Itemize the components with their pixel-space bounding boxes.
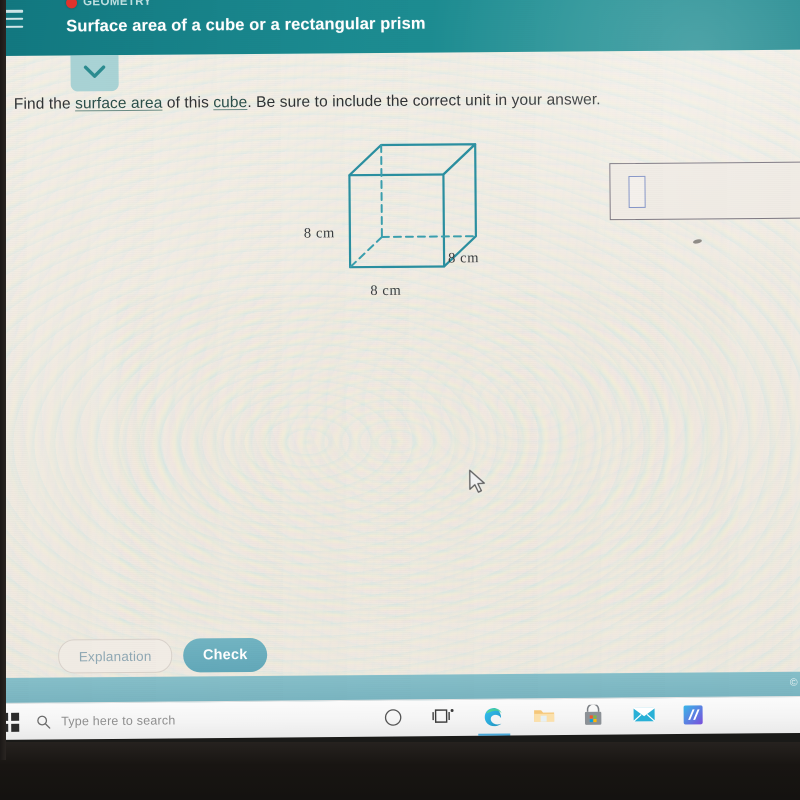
dimension-label-left: 8 cm (303, 225, 335, 242)
cube-diagram: 8 cm 8 cm 8 cm (295, 132, 526, 314)
link-cube[interactable]: cube (213, 94, 247, 111)
cortana-icon[interactable] (382, 706, 406, 730)
page-title: Surface area of a cube or a rectangular … (66, 14, 426, 36)
subject-label: GEOMETRY (83, 0, 152, 9)
search-icon (37, 715, 51, 729)
explanation-button[interactable]: Explanation (58, 638, 173, 674)
question-suffix: . Be sure to include the correct unit in… (247, 91, 601, 112)
chevron-down-icon (83, 65, 106, 78)
taskbar-search-input[interactable]: Type here to search (36, 701, 336, 740)
copyright-text: © 20 (789, 676, 800, 689)
taskbar-icon-group (382, 698, 706, 737)
active-app-indicator (478, 732, 511, 736)
red-dot-icon (66, 0, 78, 8)
edge-browser-icon[interactable] (478, 706, 511, 736)
app-header: GEOMETRY Surface area of a cube or a rec… (0, 0, 800, 56)
windows-taskbar: Type here to search (0, 695, 800, 740)
file-explorer-icon[interactable] (532, 705, 556, 729)
search-placeholder-text: Type here to search (61, 713, 176, 729)
monitor-bezel-bottom (0, 742, 800, 800)
photographed-screen: GEOMETRY Surface area of a cube or a rec… (0, 0, 800, 800)
check-button[interactable]: Check (183, 637, 268, 673)
task-view-icon[interactable] (432, 706, 456, 730)
monitor-bezel-left (0, 0, 6, 760)
monitor-surface: GEOMETRY Surface area of a cube or a rec… (0, 0, 800, 708)
answer-input[interactable] (609, 161, 800, 221)
dimension-label-right: 8 cm (448, 250, 480, 267)
microsoft-store-icon[interactable] (582, 703, 606, 729)
math-input-placeholder-box[interactable] (628, 175, 646, 209)
mail-icon[interactable] (632, 704, 656, 728)
collapse-panel-tab[interactable] (70, 55, 119, 92)
app-icon[interactable] (682, 704, 706, 728)
link-surface-area[interactable]: surface area (75, 95, 162, 113)
subject-row: GEOMETRY (66, 0, 152, 8)
dimension-label-bottom: 8 cm (370, 282, 402, 300)
question-prefix: Find the (13, 95, 76, 113)
cube-svg (348, 143, 478, 269)
question-middle: of this (162, 94, 214, 112)
